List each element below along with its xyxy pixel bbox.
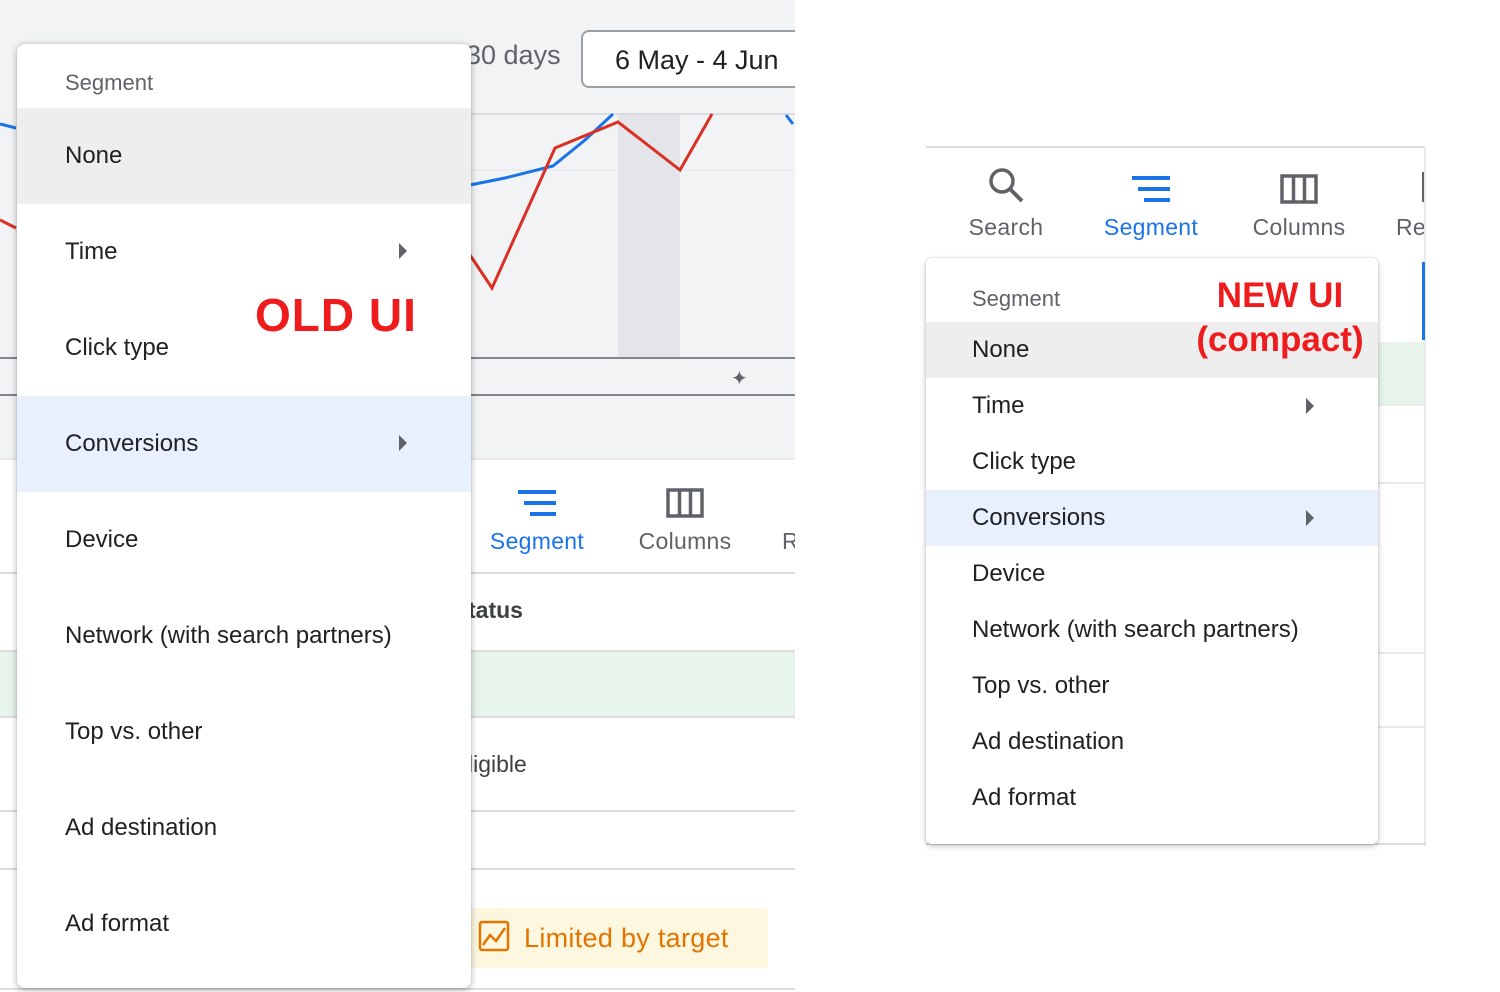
- toolbar-reports-button-old[interactable]: R: [782, 478, 795, 555]
- status-badge[interactable]: Limited by target: [470, 908, 768, 968]
- columns-icon: [1280, 164, 1318, 204]
- menu-item-label: Ad format: [65, 910, 170, 937]
- menu-item-ad-format[interactable]: Ad format: [17, 876, 471, 972]
- segment-icon: [1132, 164, 1170, 204]
- submenu-arrow-icon: [1306, 510, 1314, 526]
- table-row-total: [1378, 342, 1424, 404]
- menu-item-top-vs-other[interactable]: Top vs. other: [926, 658, 1378, 714]
- search-field-edge: [1422, 262, 1425, 340]
- old-ui-annotation: OLD UI: [255, 289, 417, 341]
- menu-item-conversions[interactable]: Conversions: [17, 396, 471, 492]
- toolbar-segment-label: Segment: [489, 528, 585, 554]
- menu-item-label: None: [972, 336, 1030, 363]
- submenu-arrow-icon: [1306, 398, 1314, 414]
- toolbar-columns-button[interactable]: Columns: [1246, 164, 1352, 241]
- menu-item-label: None: [65, 142, 123, 169]
- toolbar-columns-button-old[interactable]: Columns: [634, 478, 736, 555]
- menu-item-ad-destination[interactable]: Ad destination: [926, 714, 1378, 770]
- toolbar-reports-label: R: [782, 528, 795, 554]
- menu-item-label: Device: [65, 526, 139, 553]
- menu-item-label: Time: [972, 392, 1025, 419]
- chart-hover-band: [618, 115, 680, 358]
- menu-item-label: Network (with search partners): [972, 616, 1299, 643]
- new-ui-annotation-line1: NEW UI: [1216, 276, 1344, 315]
- menu-item-click-type[interactable]: Click type: [926, 434, 1378, 490]
- menu-item-time[interactable]: Time: [926, 378, 1378, 434]
- toolbar-columns-label: Columns: [638, 528, 732, 554]
- old-ui-panel: 30 days 6 May - 4 Jun ✦ Segment Columns …: [0, 0, 795, 992]
- menu-item-top-vs-other[interactable]: Top vs. other: [17, 684, 471, 780]
- series-line-blue-right: [784, 114, 795, 125]
- menu-item-label: Network (with search partners): [65, 622, 392, 649]
- status-eligible: ligible: [468, 751, 527, 777]
- submenu-arrow-icon: [399, 435, 407, 451]
- menu-item-label: Device: [972, 560, 1046, 587]
- menu-item-conversions[interactable]: Conversions: [926, 490, 1378, 546]
- menu-item-label: Conversions: [972, 504, 1106, 531]
- menu-item-network[interactable]: Network (with search partners): [926, 602, 1378, 658]
- menu-item-none[interactable]: None: [17, 108, 471, 204]
- divider: [1378, 404, 1424, 406]
- series-line-blue-left: [0, 122, 17, 130]
- toolbar-search-button[interactable]: Search: [960, 164, 1052, 241]
- menu-item-ad-destination[interactable]: Ad destination: [17, 780, 471, 876]
- menu-item-device[interactable]: Device: [17, 492, 471, 588]
- menu-item-network[interactable]: Network (with search partners): [17, 588, 471, 684]
- reports-icon: [1396, 164, 1425, 204]
- divider: [0, 988, 795, 990]
- toolbar-segment-button[interactable]: Segment: [1098, 164, 1204, 241]
- toolbar-segment-button-old[interactable]: Segment: [486, 478, 588, 555]
- menu-item-device[interactable]: Device: [926, 546, 1378, 602]
- menu-item-label: Time: [65, 238, 118, 265]
- series-line-red-left: [0, 218, 17, 230]
- divider: [1378, 482, 1424, 484]
- menu-item-label: Ad format: [972, 784, 1077, 811]
- status-column-header[interactable]: tatus: [468, 597, 523, 624]
- segment-menu-old: Segment None Time Click type Conversions…: [17, 44, 471, 988]
- toolbar-segment-label: Segment: [1103, 214, 1199, 240]
- menu-item-label: Ad destination: [972, 728, 1125, 755]
- divider: [926, 146, 1426, 148]
- menu-item-label: Top vs. other: [972, 672, 1110, 699]
- sparkle-icon[interactable]: ✦: [731, 366, 748, 391]
- toolbar-reports-button[interactable]: Re: [1396, 164, 1425, 241]
- menu-item-time[interactable]: Time: [17, 204, 471, 300]
- toolbar-search-label: Search: [968, 214, 1044, 240]
- menu-title: Segment: [65, 70, 154, 95]
- toolbar-columns-label: Columns: [1252, 214, 1346, 240]
- columns-icon: [666, 478, 704, 518]
- menu-item-label: Top vs. other: [65, 718, 203, 745]
- divider: [1378, 652, 1424, 654]
- menu-item-label: Click type: [65, 334, 170, 361]
- search-icon: [987, 164, 1025, 204]
- new-ui-annotation: NEW UI (compact): [1190, 274, 1370, 362]
- status-badge-label: Limited by target: [524, 922, 729, 953]
- submenu-arrow-icon: [399, 243, 407, 259]
- menu-item-label: Click type: [972, 448, 1077, 475]
- trend-chart-icon: [478, 920, 510, 957]
- toolbar-reports-label: Re: [1396, 214, 1425, 240]
- menu-item-ad-format[interactable]: Ad format: [926, 770, 1378, 826]
- menu-item-label: Conversions: [65, 430, 199, 457]
- menu-title: Segment: [972, 286, 1061, 311]
- new-ui-annotation-line2: (compact): [1196, 320, 1364, 359]
- segment-icon: [518, 478, 556, 518]
- menu-item-label: Ad destination: [65, 814, 218, 841]
- divider: [1378, 726, 1424, 728]
- table-edge: [1424, 146, 1426, 846]
